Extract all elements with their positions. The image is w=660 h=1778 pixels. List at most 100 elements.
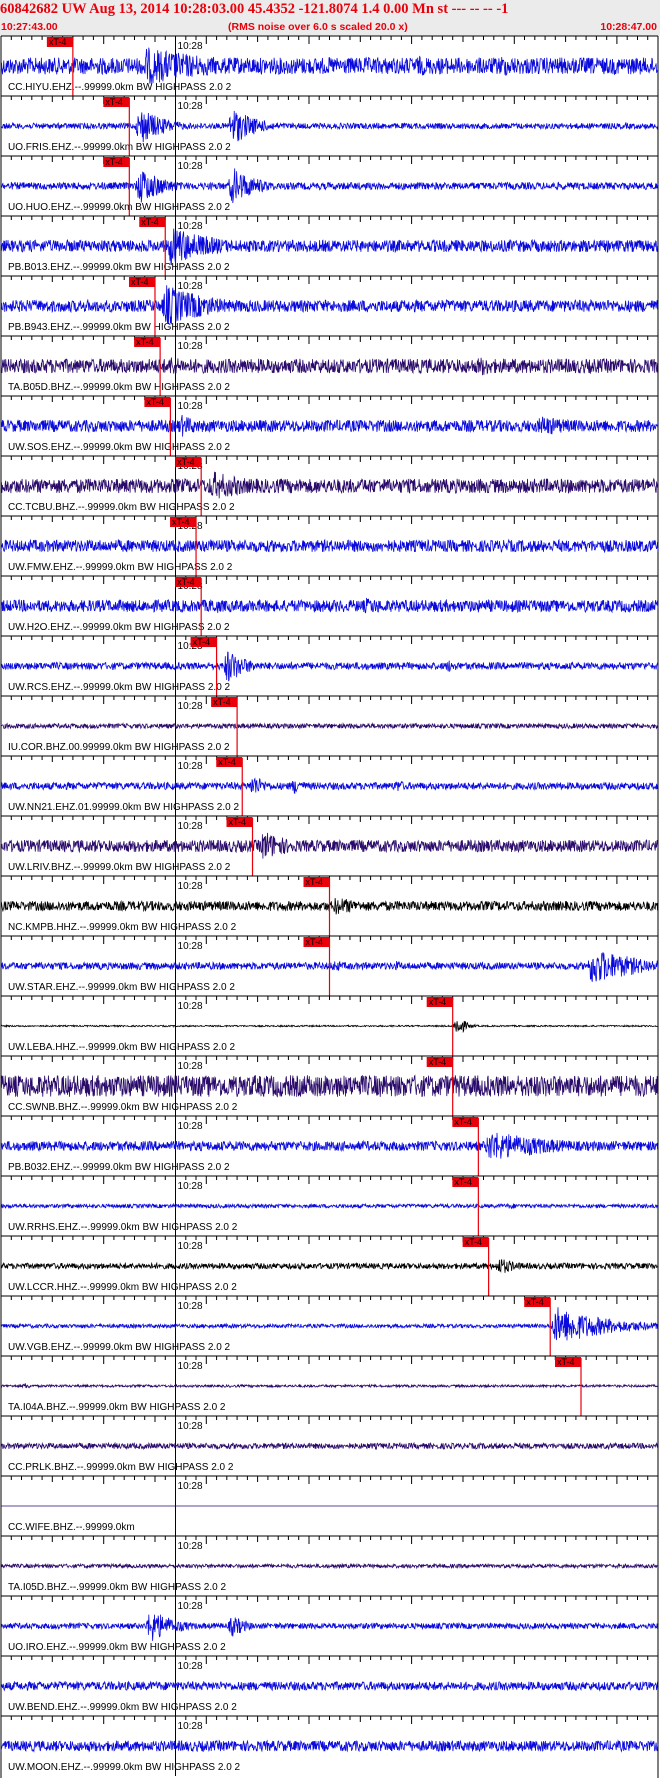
minute-mark-label: 10:28 bbox=[178, 1421, 203, 1432]
minute-mark-label: 10:28 bbox=[178, 881, 203, 892]
time-ticks bbox=[0, 1416, 659, 1424]
minute-mark-label: 10:28 bbox=[178, 1661, 203, 1672]
pick-label: xT-4 bbox=[193, 637, 211, 647]
waveform-trace bbox=[0, 414, 659, 437]
minute-mark-label: 10:28 bbox=[178, 821, 203, 832]
time-ticks bbox=[0, 1056, 659, 1064]
station-label: PB.B943.EHZ.--.99999.0km BW HIGHPASS 2.0… bbox=[8, 322, 230, 333]
station-label: TA.I05D.BHZ.--.99999.0km BW HIGHPASS 2.0… bbox=[8, 1582, 226, 1593]
pick-label: xT-4 bbox=[146, 397, 164, 407]
waveform-trace bbox=[0, 1739, 659, 1753]
waveform-trace bbox=[0, 1020, 658, 1034]
pick-label: xT-4 bbox=[131, 277, 149, 287]
station-label: UW.RRHS.EHZ.--.99999.0km BW HIGHPASS 2.0… bbox=[8, 1222, 238, 1233]
time-ticks bbox=[0, 396, 659, 404]
waveform-trace bbox=[0, 722, 659, 730]
pick-label: xT-4 bbox=[105, 157, 123, 167]
station-label: UW.FMW.EHZ.--.99999.0km BW HIGHPASS 2.0 … bbox=[8, 562, 233, 573]
pick-label: xT-4 bbox=[136, 337, 154, 347]
minute-mark-label: 10:28 bbox=[178, 761, 203, 772]
waveform-trace bbox=[0, 285, 659, 325]
waveform-trace bbox=[0, 777, 659, 794]
minute-mark-label: 10:28 bbox=[178, 1061, 203, 1072]
time-ticks bbox=[0, 336, 659, 344]
waveform-trace bbox=[0, 832, 659, 859]
minute-mark-label: 10:28 bbox=[178, 341, 203, 352]
pick-label: xT-4 bbox=[557, 1357, 575, 1367]
pick-label: xT-4 bbox=[172, 517, 190, 527]
station-label: UW.LEBA.HHZ.--.99999.0km BW HIGHPASS 2.0… bbox=[8, 1042, 236, 1053]
station-label: TA.I04A.BHZ.--.99999.0km BW HIGHPASS 2.0… bbox=[8, 1402, 226, 1413]
minute-mark-label: 10:28 bbox=[178, 1121, 203, 1132]
minute-mark-label: 10:28 bbox=[178, 401, 203, 412]
pick-label: xT-4 bbox=[213, 697, 231, 707]
time-ticks bbox=[0, 696, 659, 704]
pick-label: xT-4 bbox=[141, 217, 159, 227]
minute-mark-label: 10:28 bbox=[178, 1721, 203, 1732]
minute-mark-label: 10:28 bbox=[178, 101, 203, 112]
time-ticks bbox=[0, 96, 659, 104]
time-ticks bbox=[0, 1596, 659, 1604]
pick-label: xT-4 bbox=[306, 937, 324, 947]
time-ticks bbox=[0, 1236, 659, 1244]
time-ticks bbox=[0, 36, 659, 44]
station-label: PB.B013.EHZ.--.99999.0km BW HIGHPASS 2.0… bbox=[8, 262, 230, 273]
pick-label: xT-4 bbox=[429, 997, 447, 1007]
time-ticks bbox=[0, 1296, 659, 1304]
pick-label: xT-4 bbox=[526, 1297, 544, 1307]
station-label: UW.VGB.EHZ.--.99999.0km BW HIGHPASS 2.0 … bbox=[8, 1342, 231, 1353]
time-ticks bbox=[0, 576, 659, 584]
station-label: UW.STAR.EHZ.--.99999.0km BW HIGHPASS 2.0… bbox=[8, 982, 235, 993]
time-ticks bbox=[0, 1536, 659, 1544]
waveform-trace bbox=[0, 228, 659, 266]
waveform-trace bbox=[0, 47, 659, 84]
station-label: IU.COR.BHZ.00.99999.0km BW HIGHPASS 2.0 … bbox=[8, 742, 230, 753]
minute-mark-label: 10:28 bbox=[178, 161, 203, 172]
time-ticks bbox=[0, 756, 659, 764]
time-ticks bbox=[0, 996, 659, 1004]
waveform-trace bbox=[0, 1441, 659, 1451]
station-label: UW.MOON.EHZ.--.99999.0km BW HIGHPASS 2.0… bbox=[8, 1762, 241, 1773]
waveform-trace bbox=[0, 1680, 659, 1692]
station-label: UO.FRIS.EHZ.--.99999.0km BW HIGHPASS 2.0… bbox=[8, 142, 231, 153]
waveform-trace bbox=[0, 357, 659, 376]
waveform-trace bbox=[0, 1132, 659, 1159]
station-label: UO.IRO.EHZ.--.99999.0km BW HIGHPASS 2.0 … bbox=[8, 1642, 226, 1653]
time-ticks bbox=[0, 816, 659, 824]
station-label: UW.LRIV.BHZ.--.99999.0km BW HIGHPASS 2.0… bbox=[8, 862, 231, 873]
pick-label: xT-4 bbox=[105, 97, 123, 107]
waveform-trace bbox=[0, 651, 659, 682]
time-ticks bbox=[0, 1656, 659, 1664]
pick-label: xT-4 bbox=[454, 1177, 472, 1187]
minute-mark-label: 10:28 bbox=[178, 1181, 203, 1192]
minute-mark-label: 10:28 bbox=[178, 1241, 203, 1252]
station-label: TA.B05D.BHZ.--.99999.0km BW HIGHPASS 2.0… bbox=[8, 382, 230, 393]
waveform-trace bbox=[0, 538, 659, 554]
station-label: UW.SOS.EHZ.--.99999.0km BW HIGHPASS 2.0 … bbox=[8, 442, 231, 453]
minute-mark-label: 10:28 bbox=[178, 1361, 203, 1372]
waveform-trace bbox=[0, 1307, 659, 1341]
station-label: UW.H2O.EHZ.--.99999.0km BW HIGHPASS 2.0 … bbox=[8, 622, 230, 633]
pick-label: xT-4 bbox=[218, 757, 236, 767]
station-label: CC.HIYU.EHZ.--.99999.0km BW HIGHPASS 2.0… bbox=[8, 82, 232, 93]
time-ticks bbox=[0, 1176, 659, 1184]
station-label: UW.BEND.EHZ.--.99999.0km BW HIGHPASS 2.0… bbox=[8, 1702, 237, 1713]
time-ticks bbox=[0, 216, 659, 224]
waveform-trace bbox=[0, 1383, 659, 1389]
waveform-trace bbox=[0, 1202, 659, 1210]
station-label: CC.SWNB.BHZ.--.99999.0km BW HIGHPASS 2.0… bbox=[8, 1102, 238, 1113]
pick-label: xT-4 bbox=[177, 577, 195, 587]
pick-label: xT-4 bbox=[465, 1237, 483, 1247]
waveform-trace bbox=[0, 597, 659, 614]
time-ticks bbox=[0, 1116, 659, 1124]
time-ticks bbox=[0, 456, 659, 464]
station-label: PB.B032.EHZ.--.99999.0km BW HIGHPASS 2.0… bbox=[8, 1162, 230, 1173]
station-label: NC.KMPB.HHZ.--.99999.0km BW HIGHPASS 2.0… bbox=[8, 922, 237, 933]
waveform-trace bbox=[0, 471, 659, 499]
time-ticks bbox=[0, 1716, 659, 1724]
time-ticks bbox=[0, 636, 659, 644]
time-ticks bbox=[0, 516, 659, 524]
minute-mark-label: 10:28 bbox=[178, 701, 203, 712]
minute-mark-label: 10:28 bbox=[178, 941, 203, 952]
waveform-trace bbox=[0, 168, 659, 204]
